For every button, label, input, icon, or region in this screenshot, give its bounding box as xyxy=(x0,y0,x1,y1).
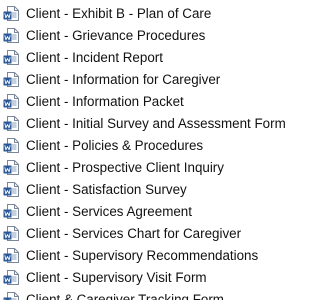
file-name: Client - Services Agreement xyxy=(26,204,192,219)
file-item[interactable]: Client - Prospective Client Inquiry xyxy=(0,157,300,179)
file-name: Client - Policies & Procedures xyxy=(26,138,204,153)
file-name: Client - Incident Report xyxy=(26,50,163,65)
word-document-icon xyxy=(3,138,19,153)
file-item[interactable]: Client - Information for Caregiver xyxy=(0,69,300,91)
file-item[interactable]: Client - Initial Survey and Assessment F… xyxy=(0,113,300,135)
word-document-icon xyxy=(3,50,19,65)
word-document-icon xyxy=(3,226,19,241)
file-name: Client - Information for Caregiver xyxy=(26,72,221,87)
file-item[interactable]: Client - Policies & Procedures xyxy=(0,135,300,157)
file-list: Client - Exhibit B - Plan of Care Client… xyxy=(0,0,300,300)
word-document-icon xyxy=(3,182,19,197)
word-document-icon xyxy=(3,94,19,109)
file-name: Client - Information Packet xyxy=(26,94,184,109)
word-document-icon xyxy=(3,292,19,300)
word-document-icon xyxy=(3,72,19,87)
word-document-icon xyxy=(3,28,19,43)
file-name: Client - Satisfaction Survey xyxy=(26,182,187,197)
file-item[interactable]: Client & Caregiver Tracking Form xyxy=(0,289,300,300)
file-item[interactable]: Client - Supervisory Visit Form xyxy=(0,267,300,289)
file-item[interactable]: Client - Satisfaction Survey xyxy=(0,179,300,201)
file-name: Client - Initial Survey and Assessment F… xyxy=(26,116,286,131)
file-item[interactable]: Client - Services Chart for Caregiver xyxy=(0,223,300,245)
word-document-icon xyxy=(3,204,19,219)
file-name: Client - Grievance Procedures xyxy=(26,28,206,43)
file-name: Client - Supervisory Visit Form xyxy=(26,270,207,285)
file-item[interactable]: Client - Incident Report xyxy=(0,47,300,69)
word-document-icon xyxy=(3,6,19,21)
word-document-icon xyxy=(3,248,19,263)
file-item[interactable]: Client - Grievance Procedures xyxy=(0,25,300,47)
file-item[interactable]: Client - Exhibit B - Plan of Care xyxy=(0,3,300,25)
file-name: Client - Prospective Client Inquiry xyxy=(26,160,224,175)
word-document-icon xyxy=(3,160,19,175)
file-name: Client - Services Chart for Caregiver xyxy=(26,226,242,241)
word-document-icon xyxy=(3,116,19,131)
file-item[interactable]: Client - Supervisory Recommendations xyxy=(0,245,300,267)
file-item[interactable]: Client - Information Packet xyxy=(0,91,300,113)
file-name: Client - Supervisory Recommendations xyxy=(26,248,259,263)
file-name: Client - Exhibit B - Plan of Care xyxy=(26,6,212,21)
word-document-icon xyxy=(3,270,19,285)
file-name: Client & Caregiver Tracking Form xyxy=(26,292,224,300)
file-item[interactable]: Client - Services Agreement xyxy=(0,201,300,223)
